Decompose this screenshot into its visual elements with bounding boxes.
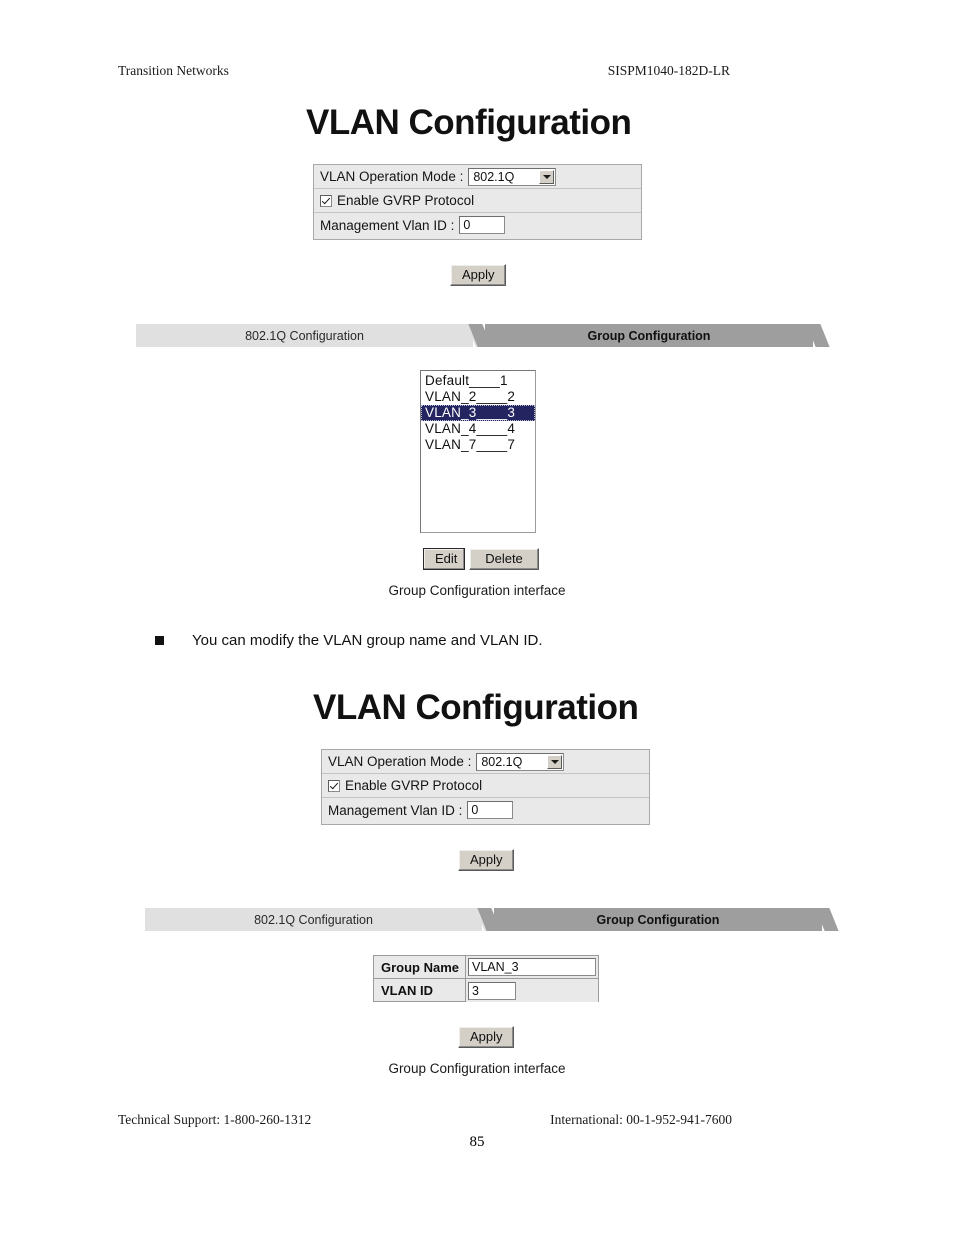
management-vlan-id-row: Management Vlan ID : 0 <box>314 213 641 237</box>
header-company: Transition Networks <box>118 63 229 78</box>
tab-label: 802.1Q Configuration <box>254 912 373 927</box>
footer-tech-support: Technical Support: 1-800-260-1312 <box>118 1112 312 1127</box>
vlan-group-edit-form: Group Name VLAN_3 VLAN ID 3 <box>373 955 599 1002</box>
vlan-operation-mode-row: VLAN Operation Mode : 802.1Q <box>314 165 641 189</box>
apply-button-2[interactable]: Apply <box>458 849 514 871</box>
management-vlan-id-label: Management Vlan ID : <box>320 217 455 233</box>
tab-group-configuration-2[interactable]: Group Configuration <box>477 908 839 931</box>
vlan-operation-mode-value: 802.1Q <box>473 169 515 184</box>
square-bullet-icon <box>155 636 164 645</box>
tab-slope-decoration <box>806 324 830 347</box>
chevron-down-icon[interactable] <box>539 169 555 184</box>
enable-gvrp-row[interactable]: Enable GVRP Protocol <box>322 774 649 798</box>
tab-label: 802.1Q Configuration <box>245 328 364 343</box>
vlan-group-listbox[interactable]: Default____1 VLAN_2____2 VLAN_3____3 VLAN_4… <box>420 370 536 533</box>
page-title-2: VLAN Configuration <box>313 688 639 727</box>
vlan-operation-mode-label: VLAN Operation Mode : <box>320 169 464 184</box>
tab-group-configuration-1[interactable]: Group Configuration <box>468 324 830 347</box>
management-vlan-id-row: Management Vlan ID : 0 <box>322 798 649 822</box>
header-model: SISPM1040-182D-LR <box>607 63 730 78</box>
group-name-label: Group Name <box>374 956 466 978</box>
vlan-operation-mode-row: VLAN Operation Mode : 802.1Q <box>322 750 649 774</box>
caption-2: Group Configuration interface <box>388 1061 566 1076</box>
tab-8021q-configuration-2[interactable]: 802.1Q Configuration <box>145 908 482 931</box>
tabstrip-2: 802.1Q Configuration Group Configuration <box>145 908 839 931</box>
page-footer: Technical Support: 1-800-260-1312 Intern… <box>118 1112 836 1128</box>
caption-1: Group Configuration interface <box>388 583 566 598</box>
management-vlan-id-label: Management Vlan ID : <box>328 802 463 818</box>
enable-gvrp-checkbox[interactable] <box>328 779 340 792</box>
vlan-group-list-item[interactable]: VLAN_7____7 <box>421 437 535 453</box>
tab-8021q-configuration-1[interactable]: 802.1Q Configuration <box>136 324 473 347</box>
vlan-group-list-item[interactable]: VLAN_3____3 <box>421 405 535 421</box>
vlan-operation-mode-label: VLAN Operation Mode : <box>328 754 472 769</box>
group-name-field-cell: VLAN_3 <box>466 956 598 978</box>
vlan-operation-panel-1: VLAN Operation Mode : 802.1Q Enable GVRP… <box>313 164 642 240</box>
vlan-operation-panel-2: VLAN Operation Mode : 802.1Q Enable GVRP… <box>321 749 650 825</box>
edit-button[interactable]: Edit <box>423 548 465 570</box>
enable-gvrp-row[interactable]: Enable GVRP Protocol <box>314 189 641 213</box>
vlan-group-list-item[interactable]: VLAN_2____2 <box>421 389 535 405</box>
vlan-group-list-item[interactable]: Default____1 <box>421 373 535 389</box>
page-title-1: VLAN Configuration <box>306 103 632 142</box>
tab-slope-decoration <box>815 908 839 931</box>
vlan-id-label: VLAN ID <box>374 979 466 1002</box>
vlan-operation-mode-select[interactable]: 802.1Q <box>476 752 565 771</box>
vlan-id-row: VLAN ID 3 <box>374 979 598 1002</box>
apply-button-3[interactable]: Apply <box>458 1026 514 1048</box>
tab-label: Group Configuration <box>587 328 711 343</box>
page-number: 85 <box>469 1134 485 1150</box>
group-name-row: Group Name VLAN_3 <box>374 956 598 979</box>
vlan-id-field-cell: 3 <box>466 979 598 1002</box>
delete-button[interactable]: Delete <box>469 548 539 570</box>
enable-gvrp-label: Enable GVRP Protocol <box>337 193 475 208</box>
apply-button-1[interactable]: Apply <box>450 264 506 286</box>
vlan-group-list-item[interactable]: VLAN_4____4 <box>421 421 535 437</box>
chevron-down-icon[interactable] <box>547 754 563 769</box>
group-name-input[interactable]: VLAN_3 <box>468 958 596 976</box>
management-vlan-id-input[interactable]: 0 <box>459 216 506 234</box>
management-vlan-id-input[interactable]: 0 <box>467 801 514 819</box>
enable-gvrp-checkbox[interactable] <box>320 194 332 207</box>
vlan-operation-mode-value: 802.1Q <box>481 754 523 769</box>
vlan-id-input[interactable]: 3 <box>468 981 516 1000</box>
footer-international: International: 00-1-952-941-7600 <box>550 1112 732 1127</box>
tabstrip-1: 802.1Q Configuration Group Configuration <box>136 324 830 347</box>
vlan-operation-mode-select[interactable]: 802.1Q <box>468 167 557 186</box>
enable-gvrp-label: Enable GVRP Protocol <box>345 778 483 793</box>
page-header: Transition Networks SISPM1040-182D-LR <box>118 63 836 79</box>
tab-label: Group Configuration <box>596 912 720 927</box>
note-text: You can modify the VLAN group name and V… <box>192 632 543 649</box>
note-bullet-line: You can modify the VLAN group name and V… <box>155 632 543 649</box>
